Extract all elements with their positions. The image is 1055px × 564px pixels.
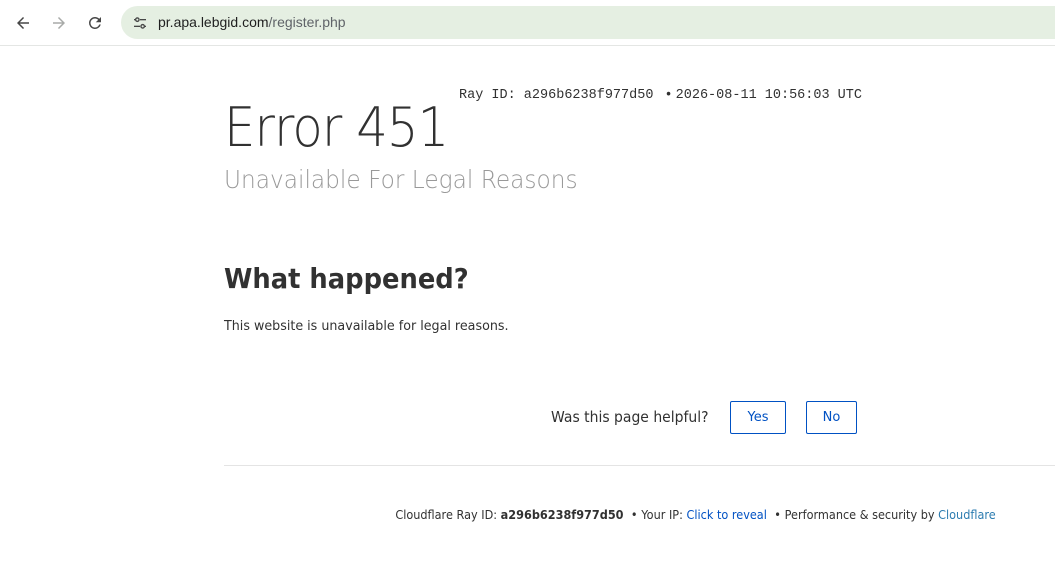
footer-bullet-2: • xyxy=(774,508,782,522)
reload-button[interactable] xyxy=(80,8,110,38)
footer-ray-id: a296b6238f977d50 xyxy=(500,508,624,522)
error-timestamp: 2026-08-11 10:56:03 UTC xyxy=(675,88,862,103)
error-code: Error 451 xyxy=(224,96,449,159)
url-path: /register.php xyxy=(268,14,346,30)
tune-icon xyxy=(133,16,146,29)
ray-id-label: Ray ID: a296b6238f977d50 xyxy=(459,88,654,103)
footer: Cloudflare Ray ID: a296b6238f977d50 • You… xyxy=(396,508,996,522)
url-text[interactable]: pr.apa.lebgid.com/register.php xyxy=(158,14,346,30)
feedback-question: Was this page helpful? xyxy=(551,408,709,426)
footer-perf-prefix: Performance & security by xyxy=(784,508,935,522)
back-button[interactable] xyxy=(8,8,38,38)
error-subtitle: Unavailable For Legal Reasons xyxy=(224,165,578,194)
address-bar[interactable]: pr.apa.lebgid.com/register.php xyxy=(121,6,1055,39)
site-info-button[interactable] xyxy=(127,10,152,35)
reveal-ip-link[interactable]: Click to reveal xyxy=(687,508,767,522)
meta-bullet: • xyxy=(664,88,673,103)
browser-toolbar: pr.apa.lebgid.com/register.php xyxy=(0,0,1055,46)
footer-bullet: • xyxy=(631,508,638,522)
reload-icon xyxy=(88,16,101,29)
feedback-yes-button[interactable]: Yes xyxy=(730,401,786,434)
what-happened-heading: What happened? xyxy=(224,262,469,295)
forward-button[interactable] xyxy=(44,8,74,38)
arrow-left-icon xyxy=(17,17,29,29)
ray-meta: Ray ID: a296b6238f977d50 • 2026-08-11 10:… xyxy=(459,88,862,103)
what-happened-text: This website is unavailable for legal re… xyxy=(224,318,509,334)
footer-ip-prefix: Your IP: xyxy=(641,508,684,522)
footer-ray-prefix: Cloudflare Ray ID: xyxy=(395,508,498,522)
arrow-right-icon xyxy=(53,17,65,29)
url-host: pr.apa.lebgid.com xyxy=(158,14,269,30)
error-header: Error 451 xyxy=(224,96,468,159)
feedback-no-button[interactable]: No xyxy=(806,401,857,434)
cloudflare-link[interactable]: Cloudflare xyxy=(938,508,996,522)
footer-divider xyxy=(224,465,1055,466)
